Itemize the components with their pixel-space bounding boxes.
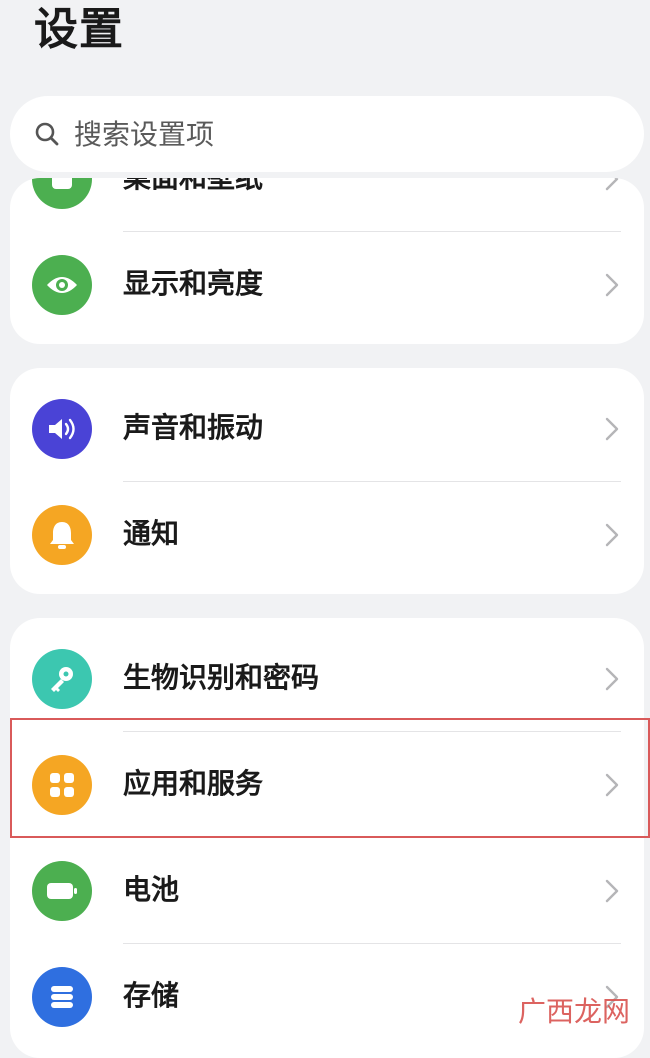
settings-item-battery[interactable]: 电池	[10, 838, 644, 944]
battery-icon	[32, 861, 92, 921]
speaker-icon	[32, 399, 92, 459]
eye-icon	[32, 255, 92, 315]
search-icon	[35, 122, 59, 146]
chevron-right-icon	[605, 178, 619, 191]
settings-item-label: 生物识别和密码	[123, 661, 320, 694]
settings-item-label: 显示和亮度	[123, 267, 264, 300]
settings-item-label: 存储	[123, 979, 180, 1012]
chevron-right-icon	[605, 523, 619, 547]
settings-item-label: 应用和服务	[123, 767, 264, 800]
settings-item-label: 通知	[123, 517, 180, 550]
settings-item-display[interactable]: 显示和亮度	[10, 232, 644, 338]
settings-item-notifications[interactable]: 通知	[10, 482, 644, 588]
chevron-right-icon	[605, 773, 619, 797]
settings-item-label: 电池	[123, 873, 180, 906]
settings-item-apps[interactable]: 应用和服务	[10, 732, 644, 838]
page-title: 设置	[34, 4, 124, 55]
storage-icon	[32, 967, 92, 1027]
search-bar[interactable]	[10, 96, 644, 172]
settings-item-wallpaper[interactable]: 桌面和壁纸	[10, 178, 644, 232]
chevron-right-icon	[605, 879, 619, 903]
bell-icon	[32, 505, 92, 565]
chevron-right-icon	[605, 417, 619, 441]
settings-item-label: 桌面和壁纸	[123, 178, 263, 200]
settings-group-display: 桌面和壁纸 显示和亮度	[10, 178, 644, 344]
watermark: 广西龙网	[518, 995, 631, 1028]
chevron-right-icon	[605, 273, 619, 297]
wallpaper-icon	[32, 178, 92, 209]
apps-icon	[32, 755, 92, 815]
chevron-right-icon	[605, 667, 619, 691]
settings-item-label: 声音和振动	[123, 411, 264, 444]
key-icon	[32, 649, 92, 709]
settings-item-biometrics[interactable]: 生物识别和密码	[10, 626, 644, 732]
search-input[interactable]	[74, 109, 594, 159]
settings-item-sound[interactable]: 声音和振动	[10, 376, 644, 482]
settings-group-sound: 声音和振动 通知	[10, 368, 644, 594]
